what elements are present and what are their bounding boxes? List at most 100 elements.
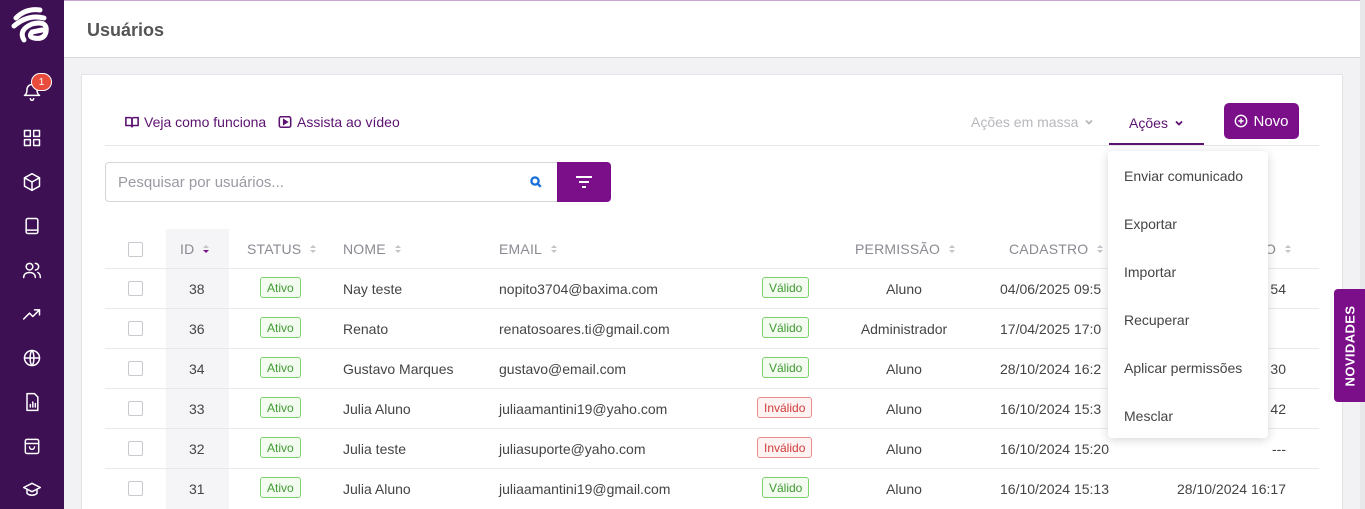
- bulk-actions-label: Ações em massa: [971, 114, 1079, 130]
- cell-permission: Aluno: [886, 481, 922, 497]
- row-checkbox[interactable]: [128, 481, 143, 496]
- email-validity-badge: Válido: [762, 477, 810, 498]
- cell-created: 16/10/2024 15:3: [1000, 401, 1102, 417]
- brand-logo[interactable]: [10, 4, 54, 48]
- filter-button[interactable]: [557, 162, 611, 202]
- cell-created: 04/06/2025 09:5: [1000, 281, 1102, 297]
- cell-email: renatosoares.ti@gmail.com: [499, 321, 670, 337]
- cell-created: 16/10/2024 15:20: [1000, 441, 1109, 457]
- email-validity-badge: Válido: [762, 317, 810, 338]
- column-header-label: ID: [180, 241, 195, 257]
- column-header-label: NOME: [343, 241, 386, 257]
- dropdown-item-merge[interactable]: Mesclar: [1124, 408, 1173, 424]
- sort-icon: [394, 245, 401, 253]
- column-header-email[interactable]: EMAIL: [499, 241, 558, 257]
- row-checkbox[interactable]: [128, 321, 143, 336]
- row-checkbox[interactable]: [128, 441, 143, 456]
- open-book-icon: [125, 116, 139, 128]
- dropdown-item-export[interactable]: Exportar: [1124, 216, 1177, 232]
- email-validity-badge: Inválido: [757, 397, 813, 418]
- cell-created: 17/04/2025 17:0: [1000, 321, 1102, 337]
- cell-id: 33: [189, 401, 205, 417]
- toolbar-divider: [105, 145, 1319, 146]
- page-title: Usuários: [87, 20, 165, 40]
- box-icon[interactable]: [20, 170, 44, 194]
- cell-id: 34: [189, 361, 205, 377]
- page-header: Usuários: [64, 0, 1360, 58]
- cell-permission: Administrador: [860, 321, 948, 337]
- shopping-bag-icon[interactable]: [20, 434, 44, 458]
- graduation-cap-icon[interactable]: [20, 478, 44, 502]
- how-it-works-label: Veja como funciona: [144, 114, 267, 130]
- actions-menu[interactable]: Ações: [1109, 102, 1204, 145]
- sort-icon: [1285, 245, 1292, 253]
- select-all-checkbox[interactable]: [128, 242, 143, 257]
- email-validity-badge: Válido: [762, 277, 810, 298]
- column-header-id[interactable]: ID: [180, 241, 210, 257]
- cell-id: 36: [189, 321, 205, 337]
- status-badge: Ativo: [260, 277, 301, 298]
- cell-last-access: ---: [1272, 441, 1286, 457]
- cell-id: 32: [189, 441, 205, 457]
- cell-name: Gustavo Marques: [343, 361, 454, 377]
- users-icon[interactable]: [20, 258, 44, 282]
- dropdown-item-apply-permissions[interactable]: Aplicar permissões: [1124, 360, 1242, 376]
- cell-permission: Aluno: [886, 361, 922, 377]
- cell-email: juliaamantini19@yaho.com: [499, 401, 668, 417]
- row-checkbox[interactable]: [128, 401, 143, 416]
- status-badge: Ativo: [260, 437, 301, 458]
- watch-video-link[interactable]: Assista ao vídeo: [278, 114, 400, 130]
- cell-email: gustavo@email.com: [499, 361, 627, 377]
- cell-email: juliasuporte@yaho.com: [499, 441, 646, 457]
- cell-name: Julia Aluno: [343, 401, 411, 417]
- cell-name: Julia teste: [343, 441, 407, 457]
- row-divider: [105, 468, 1319, 469]
- cell-permission: Aluno: [886, 281, 922, 297]
- sidebar: 1: [0, 0, 64, 509]
- cell-last-access: 42: [1270, 401, 1286, 417]
- actions-dropdown: Enviar comunicado Exportar Importar Recu…: [1108, 151, 1268, 438]
- column-header-label: PERMISSÃO: [855, 241, 941, 257]
- row-checkbox[interactable]: [128, 361, 143, 376]
- column-header-name[interactable]: NOME: [343, 241, 402, 257]
- column-header-permission[interactable]: PERMISSÃO: [855, 241, 956, 257]
- new-user-button[interactable]: Novo: [1224, 103, 1299, 139]
- chevron-down-icon: [1175, 120, 1183, 126]
- sort-icon: [1097, 245, 1104, 253]
- scrollbar-track[interactable]: [1360, 0, 1365, 509]
- column-header-last-access[interactable]: O: [1265, 241, 1292, 257]
- trending-up-icon[interactable]: [20, 302, 44, 326]
- watch-video-label: Assista ao vídeo: [297, 114, 400, 130]
- email-validity-badge: Inválido: [757, 437, 813, 458]
- dashboard-grid-icon[interactable]: [20, 126, 44, 150]
- row-checkbox[interactable]: [128, 281, 143, 296]
- cell-last-access: 30: [1270, 361, 1286, 377]
- report-icon[interactable]: [20, 390, 44, 414]
- column-header-label: STATUS: [247, 241, 302, 257]
- book-icon[interactable]: [20, 214, 44, 238]
- notification-count-badge: 1: [31, 73, 52, 91]
- cell-name: Renato: [343, 321, 389, 337]
- sort-icon: [949, 245, 956, 253]
- news-tab[interactable]: NOVIDADES: [1334, 289, 1365, 402]
- email-validity-badge: Válido: [762, 357, 810, 378]
- sort-icon: [551, 245, 558, 253]
- how-it-works-link[interactable]: Veja como funciona: [125, 114, 266, 130]
- plus-circle-icon: [1235, 114, 1248, 128]
- filter-lines-icon: [576, 176, 592, 188]
- status-badge: Ativo: [260, 397, 301, 418]
- cell-created: 16/10/2024 15:13: [1000, 481, 1109, 497]
- search-input[interactable]: [105, 162, 558, 202]
- dropdown-item-import[interactable]: Importar: [1124, 264, 1176, 280]
- dropdown-item-send-message[interactable]: Enviar comunicado: [1124, 168, 1243, 184]
- cell-permission: Aluno: [886, 401, 922, 417]
- globe-icon[interactable]: [20, 346, 44, 370]
- column-header-status[interactable]: STATUS: [247, 241, 317, 257]
- cell-created: 28/10/2024 16:2: [1000, 361, 1102, 377]
- column-header-created[interactable]: CADASTRO: [1009, 241, 1104, 257]
- sort-desc-icon: [203, 245, 210, 253]
- bulk-actions-menu[interactable]: Ações em massa: [971, 114, 1094, 130]
- search-icon[interactable]: [529, 175, 543, 189]
- new-user-label: Novo: [1253, 112, 1289, 130]
- dropdown-item-recover[interactable]: Recuperar: [1124, 312, 1189, 328]
